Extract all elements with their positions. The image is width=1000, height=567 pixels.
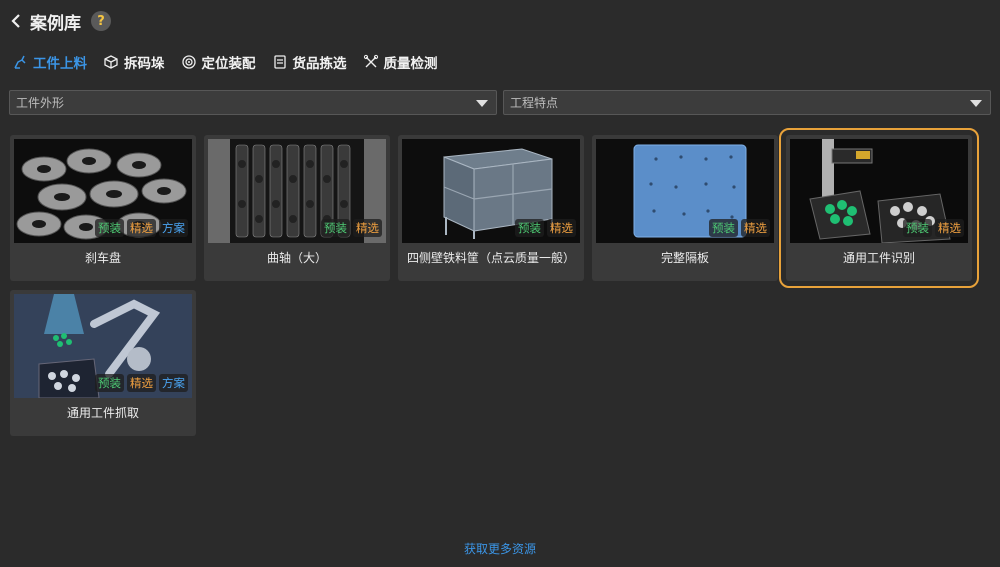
case-thumbnail: 预装 精选 bbox=[596, 139, 774, 243]
case-card-iron-basket[interactable]: 预装 精选 四侧壁铁料筐（点云质量一般） bbox=[398, 135, 584, 281]
chevron-down-icon bbox=[476, 100, 488, 107]
tab-positioning-assembly[interactable]: 定位装配 bbox=[181, 52, 256, 72]
case-card-crankshaft[interactable]: 预装 精选 曲轴（大） bbox=[204, 135, 390, 281]
featured-badge: 精选 bbox=[127, 219, 156, 237]
case-label: 四侧壁铁料筐（点云质量一般） bbox=[406, 251, 575, 265]
tab-label: 拆码垛 bbox=[124, 56, 165, 72]
tab-label: 工件上料 bbox=[33, 56, 87, 72]
shape-filter-select[interactable]: 工件外形 bbox=[9, 90, 497, 115]
case-thumbnail: 预装 精选 方案 bbox=[14, 294, 192, 398]
inspection-icon bbox=[363, 54, 378, 68]
case-label: 通用工件抓取 bbox=[66, 406, 139, 420]
case-card-general-recognition[interactable]: 预装 精选 通用工件识别 bbox=[779, 128, 979, 288]
tab-label: 质量检测 bbox=[383, 56, 438, 72]
box-icon bbox=[104, 55, 118, 69]
workpiece-loading-icon bbox=[14, 55, 26, 69]
preinstalled-badge: 预装 bbox=[321, 219, 350, 237]
select-value: 工程特点 bbox=[510, 96, 559, 110]
tab-quality-inspection[interactable]: 质量检测 bbox=[363, 52, 438, 72]
tab-depalletizing[interactable]: 拆码垛 bbox=[103, 52, 165, 72]
solution-badge: 方案 bbox=[159, 219, 188, 237]
solution-badge: 方案 bbox=[159, 374, 188, 392]
badge-group: 预装 精选 bbox=[321, 219, 382, 237]
case-thumbnail: 预装 精选 bbox=[208, 139, 386, 243]
badge-group: 预装 精选 bbox=[515, 219, 576, 237]
tab-workpiece-loading[interactable]: 工件上料 bbox=[12, 52, 87, 72]
tab-label: 定位装配 bbox=[201, 56, 256, 72]
preinstalled-badge: 预装 bbox=[709, 219, 738, 237]
tab-goods-picking[interactable]: 货品拣选 bbox=[272, 52, 347, 72]
badge-group: 预装 精选 方案 bbox=[95, 219, 188, 237]
case-label: 曲轴（大） bbox=[266, 251, 327, 265]
case-card-general-picking[interactable]: 预装 精选 方案 通用工件抓取 bbox=[10, 290, 196, 436]
back-icon[interactable] bbox=[8, 11, 24, 31]
tab-label: 货品拣选 bbox=[292, 56, 347, 72]
chevron-down-icon bbox=[970, 100, 982, 107]
case-thumbnail: 预装 精选 bbox=[402, 139, 580, 243]
featured-badge: 精选 bbox=[935, 219, 964, 237]
target-icon bbox=[181, 55, 196, 69]
goods-icon bbox=[273, 55, 286, 69]
header: 案例库 ? bbox=[8, 8, 111, 34]
featured-badge: 精选 bbox=[741, 219, 770, 237]
preinstalled-badge: 预装 bbox=[515, 219, 544, 237]
help-icon[interactable]: ? bbox=[91, 11, 111, 31]
case-card-brake-disc[interactable]: 预装 精选 方案 刹车盘 bbox=[10, 135, 196, 281]
case-card-partition[interactable]: 预装 精选 完整隔板 bbox=[592, 135, 778, 281]
category-tabs: 工件上料 拆码垛 定位装配 货品拣选 质量检测 bbox=[12, 52, 438, 72]
badge-group: 预装 精选 bbox=[709, 219, 770, 237]
preinstalled-badge: 预装 bbox=[95, 374, 124, 392]
case-thumbnail: 预装 精选 bbox=[790, 139, 968, 243]
featured-badge: 精选 bbox=[353, 219, 382, 237]
featured-badge: 精选 bbox=[127, 374, 156, 392]
featured-badge: 精选 bbox=[547, 219, 576, 237]
select-value: 工件外形 bbox=[16, 96, 65, 110]
page-title: 案例库 bbox=[30, 13, 81, 34]
badge-group: 预装 精选 方案 bbox=[95, 374, 188, 392]
preinstalled-badge: 预装 bbox=[95, 219, 124, 237]
badge-group: 预装 精选 bbox=[903, 219, 964, 237]
case-label: 通用工件识别 bbox=[842, 251, 915, 265]
case-thumbnail: 预装 精选 方案 bbox=[14, 139, 192, 243]
get-more-resources-link[interactable]: 获取更多资源 bbox=[0, 540, 1000, 557]
feature-filter-select[interactable]: 工程特点 bbox=[503, 90, 991, 115]
case-label: 完整隔板 bbox=[660, 251, 709, 265]
preinstalled-badge: 预装 bbox=[903, 219, 932, 237]
case-label: 刹车盘 bbox=[84, 251, 121, 265]
